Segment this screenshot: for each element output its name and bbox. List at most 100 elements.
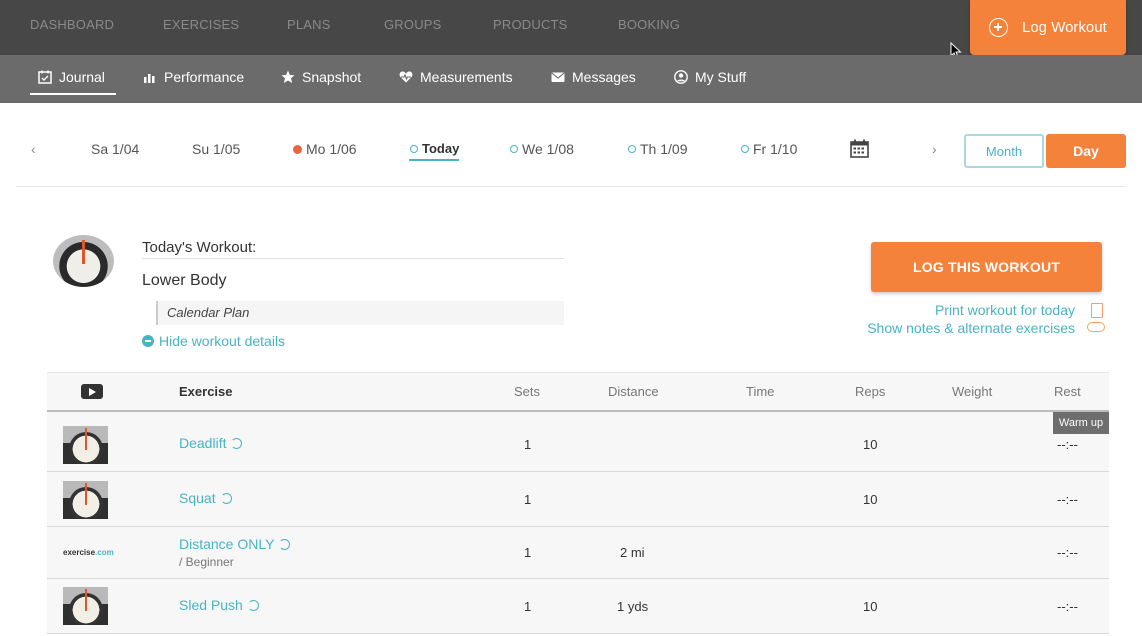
tab-messages-label: Messages <box>572 69 636 85</box>
day-view-button[interactable]: Day <box>1046 134 1126 168</box>
calendar-icon[interactable] <box>850 139 869 158</box>
date-item-mo[interactable]: Mo 1/06 <box>293 141 357 157</box>
nav-dashboard[interactable]: DASHBOARD <box>30 17 114 32</box>
exercise-name: Sled Push <box>179 597 243 613</box>
reps-value: 10 <box>863 437 878 452</box>
nav-exercises[interactable]: EXERCISES <box>163 17 239 32</box>
workout-image <box>53 235 114 287</box>
tab-performance-label: Performance <box>164 69 245 85</box>
rest-value: --:-- <box>1057 545 1078 560</box>
scheduled-dot-icon <box>510 145 518 153</box>
date-label: We 1/08 <box>522 141 574 157</box>
log-this-workout-button[interactable]: LOG THIS WORKOUT <box>871 242 1102 292</box>
header-distance: Distance <box>608 384 659 399</box>
nav-groups[interactable]: GROUPS <box>384 17 442 32</box>
divider <box>142 258 564 259</box>
user-circle-icon <box>674 70 688 84</box>
document-icon[interactable] <box>1091 303 1103 318</box>
tab-my-stuff[interactable]: My Stuff <box>674 69 746 85</box>
date-item[interactable]: Sa 1/04 <box>91 141 139 157</box>
next-arrow-icon[interactable]: › <box>932 141 937 157</box>
history-icon[interactable] <box>231 437 243 449</box>
hide-details-link[interactable]: Hide workout details <box>142 333 285 349</box>
tab-measurements-label: Measurements <box>420 69 513 85</box>
minus-circle-icon <box>142 335 154 347</box>
history-icon[interactable] <box>220 492 232 504</box>
header-weight: Weight <box>952 384 993 399</box>
header-sets: Sets <box>514 384 541 399</box>
date-item-th[interactable]: Th 1/09 <box>628 141 687 157</box>
date-item-today[interactable]: Today <box>410 141 459 156</box>
date-label: Mo 1/06 <box>306 141 357 157</box>
toggle-icon[interactable] <box>1087 322 1105 332</box>
tab-messages[interactable]: Messages <box>551 69 636 85</box>
tab-snapshot[interactable]: Snapshot <box>281 69 361 85</box>
exercise-level: / Beginner <box>179 555 234 569</box>
table-row[interactable]: Deadlift 1 10 --:-- <box>47 412 1109 472</box>
date-item-fr[interactable]: Fr 1/10 <box>741 141 797 157</box>
todays-workout-label: Today's Workout: <box>142 239 257 256</box>
reps-value: 10 <box>863 492 878 507</box>
log-workout-button[interactable]: Log Workout <box>970 0 1126 55</box>
nav-plans[interactable]: PLANS <box>287 17 331 32</box>
history-icon[interactable] <box>279 538 291 550</box>
rest-value: --:-- <box>1057 492 1078 507</box>
exercise-name-link[interactable]: Distance ONLY <box>179 536 291 552</box>
tab-measurements[interactable]: Measurements <box>399 69 513 85</box>
exercise-thumbnail[interactable] <box>63 481 108 519</box>
scheduled-dot-icon <box>410 144 418 153</box>
table-row[interactable]: exercise.com Distance ONLY / Beginner 1 … <box>47 527 1109 579</box>
warm-up-tooltip: Warm up <box>1053 412 1109 434</box>
sets-value: 1 <box>524 599 532 614</box>
date-label: Today <box>422 141 460 156</box>
date-bar: ‹ Sa 1/04 Su 1/05 Mo 1/06 Today We 1/08 … <box>16 103 1126 187</box>
prev-arrow-icon[interactable]: ‹ <box>31 141 36 157</box>
sets-value: 1 <box>524 545 532 560</box>
distance-value: 1 yds <box>617 599 649 614</box>
sub-nav: Journal Performance Snapshot Measurement… <box>0 55 1142 103</box>
print-workout-link[interactable]: Print workout for today <box>935 302 1075 318</box>
date-item[interactable]: Su 1/05 <box>192 141 240 157</box>
table-row[interactable]: Squat 1 10 --:-- <box>47 472 1109 527</box>
tab-performance[interactable]: Performance <box>143 69 244 85</box>
header-rest: Rest <box>1054 384 1081 399</box>
exercise-thumbnail[interactable] <box>63 587 108 625</box>
rest-value: --:-- <box>1057 437 1078 452</box>
exercise-table: Exercise Sets Distance Time Reps Weight … <box>47 372 1109 634</box>
calendar-check-icon <box>38 70 52 84</box>
video-play-icon <box>81 384 103 399</box>
tab-journal[interactable]: Journal <box>38 69 105 85</box>
exercise-com-logo: exercise.com <box>63 548 114 557</box>
today-indicator <box>409 159 459 161</box>
date-label: Th 1/09 <box>640 141 688 157</box>
workout-name: Lower Body <box>142 272 227 289</box>
envelope-icon <box>551 72 565 82</box>
scheduled-dot-icon <box>741 145 749 153</box>
exercise-name-link[interactable]: Sled Push <box>179 597 259 613</box>
top-nav: DASHBOARD EXERCISES PLANS GROUPS PRODUCT… <box>0 0 1142 60</box>
distance-value: 2 mi <box>620 545 645 560</box>
exercise-name-link[interactable]: Deadlift <box>179 435 243 451</box>
date-item-we[interactable]: We 1/08 <box>510 141 574 157</box>
plus-circle-icon <box>989 18 1008 37</box>
exercise-name: Squat <box>179 490 216 506</box>
tab-my-stuff-label: My Stuff <box>695 69 747 85</box>
date-label: Fr 1/10 <box>753 141 798 157</box>
nav-products[interactable]: PRODUCTS <box>493 17 568 32</box>
plan-name: Calendar Plan <box>156 301 564 325</box>
month-view-button[interactable]: Month <box>964 134 1044 168</box>
show-notes-link[interactable]: Show notes & alternate exercises <box>867 320 1075 336</box>
header-time: Time <box>746 384 775 399</box>
nav-booking[interactable]: BOOKING <box>618 17 680 32</box>
exercise-thumbnail[interactable] <box>63 426 108 464</box>
active-tab-indicator <box>30 93 116 95</box>
header-reps: Reps <box>855 384 886 399</box>
table-row[interactable]: Sled Push 1 1 yds 10 --:-- <box>47 579 1109 634</box>
scheduled-dot-icon <box>628 145 636 153</box>
tab-snapshot-label: Snapshot <box>302 69 362 85</box>
history-icon[interactable] <box>247 599 259 611</box>
exercise-name-link[interactable]: Squat <box>179 490 232 506</box>
heart-pulse-icon <box>399 71 413 83</box>
hide-details-label: Hide workout details <box>159 333 286 349</box>
sets-value: 1 <box>524 437 532 452</box>
